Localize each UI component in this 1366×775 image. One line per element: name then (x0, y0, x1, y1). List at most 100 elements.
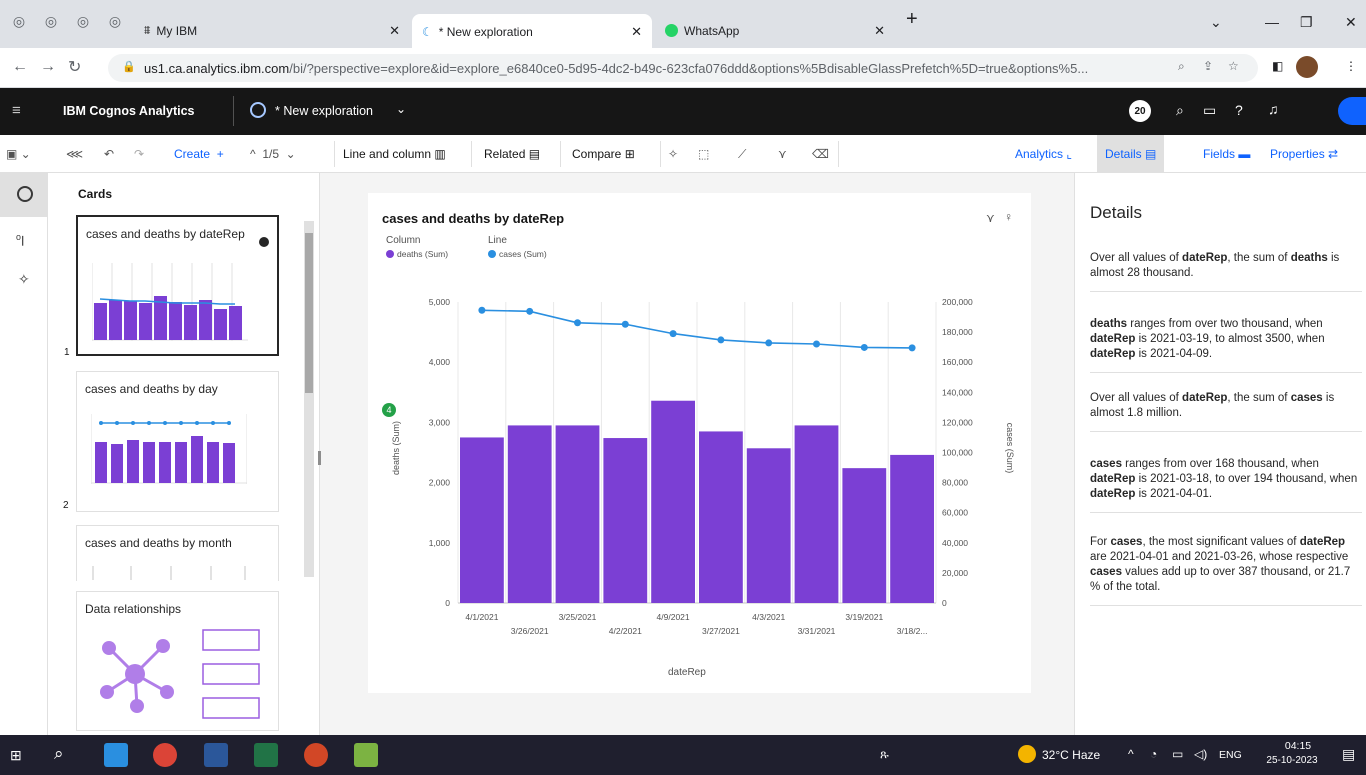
relationships-icon[interactable]: ᵒꞁ (16, 231, 25, 247)
people-icon[interactable]: ጹ (880, 747, 889, 762)
close-window-icon[interactable]: ✕ (1345, 14, 1357, 31)
browser-tab-whatsapp[interactable]: WhatsApp ✕ (655, 13, 895, 48)
card-thumbnail-chart (92, 566, 246, 580)
create-button[interactable]: Create + (174, 135, 224, 173)
forward-icon[interactable]: → (40, 58, 56, 76)
reload-icon[interactable]: ↻ (68, 57, 81, 77)
tab-search-icon[interactable]: ⌄ (1210, 14, 1222, 31)
search-icon[interactable]: ⌕ (1176, 102, 1184, 119)
battery-icon[interactable]: ▭ (1172, 747, 1183, 761)
chevron-down-icon[interactable]: ⌄ (396, 102, 406, 116)
url-field[interactable]: 🔒 us1.ca.analytics.ibm.com/bi/?perspecti… (108, 54, 1258, 82)
pin-icon[interactable]: ✧ (668, 135, 678, 173)
viz-type-label: Line and column (343, 147, 432, 161)
lock-icon: 🔒 (122, 61, 136, 73)
cards-scrollbar[interactable] (304, 221, 314, 577)
compare-button[interactable]: Compare ⊞ (572, 135, 635, 173)
browser-tab-my-ibm[interactable]: ⩩ My IBM ✕ (134, 13, 410, 48)
notifications-icon[interactable]: ▤ (1342, 746, 1355, 763)
notification-count-badge[interactable]: 20 (1129, 100, 1151, 122)
sidebar-icon[interactable]: ◧ (1272, 59, 1283, 73)
x-tick-label: 3/31/2021 (798, 626, 836, 636)
bell-icon[interactable]: ♫ (1268, 101, 1279, 117)
card-index: 1 (64, 347, 70, 358)
clock-time[interactable]: 04:15 (1268, 740, 1328, 752)
card-cases-deaths-by-day[interactable]: cases and deaths by day 2 (63, 371, 279, 512)
hamburger-menu-icon[interactable]: ≡ (12, 102, 21, 119)
data-relationships-card[interactable]: Data relationships (76, 591, 279, 731)
minimize-icon[interactable]: — (1265, 14, 1279, 30)
exploration-title[interactable]: * New exploration (275, 104, 373, 118)
language-indicator[interactable]: ENG (1219, 749, 1242, 761)
restore-icon[interactable]: ❐ (1300, 14, 1313, 31)
compare-icon: ⊞ (624, 147, 635, 161)
photos-icon[interactable] (354, 743, 378, 767)
globe-icon[interactable]: ◎ (40, 10, 62, 32)
tray-chevron-icon[interactable]: ^ (1128, 747, 1134, 761)
cases-point (908, 344, 916, 352)
cards-rail-button[interactable] (0, 173, 48, 217)
page-indicator[interactable]: ^ 1/5 ⌄ (250, 135, 296, 173)
profile-avatar[interactable] (1296, 56, 1318, 78)
volume-icon[interactable]: ◁) (1194, 747, 1207, 761)
globe-icon[interactable]: ◎ (72, 10, 94, 32)
related-button[interactable]: Related ▤ (484, 135, 540, 173)
chat-icon[interactable]: ▭ (1203, 102, 1216, 119)
left-tick-label: 0 (445, 598, 450, 608)
browser-tab-new-exploration[interactable]: ☾ * New exploration ✕ (412, 14, 652, 49)
delete-icon[interactable]: ⌫ (812, 135, 829, 173)
cases-point (526, 307, 534, 315)
exploration-toolbar: ▣ ⌄ ⋘ ↶ ↷ Create + ^ 1/5 ⌄ Line and colu… (0, 135, 1366, 173)
properties-tab[interactable]: Properties ⇄ (1270, 135, 1338, 173)
excel-icon[interactable] (254, 743, 278, 767)
powerpoint-icon[interactable] (304, 743, 328, 767)
network-icon[interactable]: ◔ (1150, 747, 1157, 761)
card-cases-deaths-by-daterep[interactable]: cases and deaths by dateRep 1 (64, 215, 279, 358)
select-region-icon[interactable]: ⬚ (698, 135, 709, 173)
close-icon[interactable]: ✕ (874, 23, 885, 39)
deaths-bar (555, 425, 600, 603)
word-icon[interactable] (204, 743, 228, 767)
back-icon[interactable]: ← (12, 58, 28, 76)
bookmark-star-icon[interactable]: ☆ (1228, 59, 1239, 73)
visualization-type-button[interactable]: Line and column ▥ (343, 135, 446, 173)
help-icon[interactable]: ? (1235, 102, 1243, 118)
card-cases-deaths-by-month[interactable]: cases and deaths by month (76, 525, 279, 581)
card-title: cases and deaths by day (85, 382, 218, 396)
clock-date[interactable]: 25-10-2023 (1256, 755, 1328, 766)
checkmark-icon (259, 237, 269, 247)
task-view-icon[interactable] (104, 743, 128, 767)
details-tab[interactable]: Details ▤ (1097, 135, 1165, 173)
share-icon[interactable]: ⇪ (1203, 59, 1213, 73)
insight-paragraph: cases ranges from over 168 thousand, whe… (1090, 457, 1362, 513)
globe-icon[interactable]: ◎ (104, 10, 126, 32)
x-tick-label: 3/26/2021 (511, 626, 549, 636)
search-icon[interactable]: ⌕ (54, 744, 64, 764)
scrollbar-thumb[interactable] (305, 233, 313, 393)
new-tab-button[interactable]: + (906, 8, 918, 31)
chrome-icon[interactable] (153, 743, 177, 767)
fields-tab[interactable]: Fields ▬ (1203, 135, 1250, 173)
trend-icon[interactable]: ⟋ (738, 135, 746, 173)
left-tick-label: 4,000 (429, 357, 451, 367)
divider (334, 141, 335, 167)
filter-icon[interactable]: ⋎ (778, 135, 787, 173)
insight-badge[interactable]: 4 (382, 403, 396, 417)
pin-icon[interactable]: ✧ (18, 271, 30, 288)
user-avatar-icon[interactable] (1338, 97, 1366, 125)
analytics-tab[interactable]: Analytics ⌞ (1015, 135, 1072, 173)
zoom-icon[interactable]: ⌕ (1178, 59, 1185, 74)
url-host: us1.ca.analytics.ibm.com (144, 60, 290, 76)
close-icon[interactable]: ✕ (631, 24, 642, 40)
windows-start-icon[interactable]: ⊞ (10, 747, 22, 764)
undo-icon[interactable]: ↶ (104, 135, 114, 173)
weather-text[interactable]: 32°C Haze (1042, 748, 1100, 762)
share-icon[interactable]: ⋘ (66, 135, 83, 173)
redo-icon[interactable]: ↷ (134, 135, 144, 173)
close-icon[interactable]: ✕ (389, 23, 400, 39)
globe-icon[interactable]: ◎ (8, 10, 30, 32)
view-menu-icon[interactable]: ▣ ⌄ (6, 135, 31, 173)
right-tick-label: 80,000 (942, 478, 968, 488)
menu-kebab-icon[interactable]: ⋮ (1345, 59, 1357, 73)
splitter-handle[interactable] (318, 451, 321, 465)
